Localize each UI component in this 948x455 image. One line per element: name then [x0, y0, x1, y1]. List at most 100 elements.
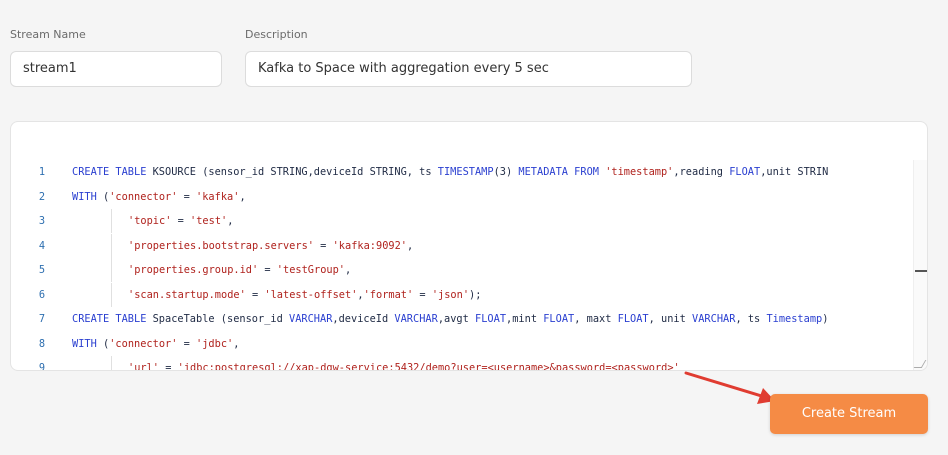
sql-text: ,	[407, 239, 414, 252]
sql-keyword: FLOAT	[617, 313, 649, 325]
code-line[interactable]: 8 WITH ('connector' = 'jdbc',	[11, 332, 913, 356]
code-text: 'topic' = 'test',	[128, 209, 233, 233]
sql-string: 'scan.startup.mode'	[128, 288, 246, 301]
indent-guide	[111, 258, 112, 282]
sql-string: 'kafka:9092'	[332, 239, 407, 252]
line-number: 1	[38, 166, 46, 178]
code-line[interactable]: 1 CREATE TABLE KSOURCE (sensor_id STRING,…	[11, 160, 913, 184]
create-stream-button[interactable]: Create Stream	[770, 394, 928, 434]
code-line[interactable]: 4 'properties.bootstrap.servers' = 'kafka…	[11, 233, 913, 258]
sql-keyword: WITH	[72, 337, 97, 350]
sql-keyword: CREATE TABLE	[72, 313, 147, 325]
sql-keyword: VARCHAR	[692, 313, 736, 325]
code-text: WITH ('connector' = 'kafka',	[72, 185, 246, 209]
sql-keyword: VARCHAR	[394, 313, 438, 325]
code-line[interactable]: 9 'url' = 'jdbc:postgresql://xap-dgw-serv…	[11, 356, 913, 371]
code-line[interactable]: 3 'topic' = 'test',	[11, 209, 913, 233]
code-text: 'scan.startup.mode' = 'latest-offset','f…	[128, 283, 481, 307]
sql-text: =	[313, 239, 333, 252]
sql-keyword: TIMESTAMP	[437, 166, 494, 178]
sql-string: 'properties.group.id'	[128, 264, 259, 276]
sql-string: 'url'	[128, 362, 159, 371]
code-text: CREATE TABLE SpaceTable (sensor_id VARCH…	[72, 307, 828, 331]
line-number: 3	[38, 215, 46, 227]
code-text: CREATE TABLE KSOURCE (sensor_id STRING,d…	[72, 160, 828, 184]
code-text: 'properties.bootstrap.servers' = 'kafka:…	[128, 234, 413, 258]
sql-string: 'format'	[363, 288, 414, 301]
sql-text: ,	[239, 190, 246, 203]
sql-string: 'connector'	[109, 190, 178, 203]
sql-text: , unit	[648, 313, 693, 325]
sql-keyword: Timestamp	[766, 313, 823, 325]
sql-string: 'jdbc:postgresql://xap-dgw-service:5432/…	[177, 362, 680, 371]
sql-text: ,mint	[506, 313, 544, 325]
sql-string: 'json'	[431, 288, 470, 301]
sql-keyword: METADATA FROM	[518, 166, 599, 178]
sql-text: ,unit STRIN	[760, 166, 829, 178]
sql-string: 'topic'	[128, 215, 172, 227]
line-number: 4	[38, 239, 46, 252]
line-number: 2	[38, 190, 46, 203]
code-area[interactable]: 1 CREATE TABLE KSOURCE (sensor_id STRING,…	[11, 160, 913, 371]
line-number: 5	[38, 264, 46, 276]
stream-name-input[interactable]: stream1	[10, 51, 222, 87]
indent-guide	[111, 233, 112, 258]
sql-string: 'test'	[190, 215, 228, 227]
line-number: 8	[38, 337, 46, 350]
stream-name-label: Stream Name	[10, 28, 86, 41]
sql-string: 'jdbc'	[196, 337, 234, 350]
sql-string: 'latest-offset'	[264, 288, 358, 301]
sql-text: =	[245, 288, 265, 301]
indent-guide	[111, 282, 112, 307]
description-label: Description	[245, 28, 308, 41]
sql-text: );	[469, 288, 482, 301]
sql-keyword: FLOAT	[543, 313, 575, 325]
sql-text: , ts	[735, 313, 767, 325]
sql-text: )	[822, 313, 829, 325]
sql-string: 'properties.bootstrap.servers'	[128, 239, 314, 252]
indent-guide	[111, 209, 112, 233]
code-text: 'properties.group.id' = 'testGroup',	[128, 258, 351, 282]
sql-keyword: VARCHAR	[289, 313, 333, 325]
sql-string: 'testGroup'	[276, 264, 345, 276]
sql-string: 'timestamp'	[605, 166, 674, 178]
sql-text: =	[159, 362, 178, 371]
sql-string: 'kafka'	[196, 190, 240, 203]
sql-text: ,	[345, 264, 352, 276]
line-number: 9	[38, 362, 46, 371]
sql-keyword: FLOAT	[475, 313, 507, 325]
code-line[interactable]: 2 WITH ('connector' = 'kafka',	[11, 185, 913, 209]
arrow-annotation-icon	[684, 371, 775, 404]
sql-text: =	[258, 264, 277, 276]
line-number: 7	[38, 313, 46, 325]
sql-text: (	[96, 337, 110, 350]
sql-text: ,	[227, 215, 234, 227]
line-number: 6	[38, 288, 46, 301]
description-input[interactable]: Kafka to Space with aggregation every 5 …	[245, 51, 692, 87]
indent-guide	[111, 356, 112, 370]
code-line[interactable]: 5 'properties.group.id' = 'testGroup',	[11, 258, 913, 282]
code-line[interactable]: 7 CREATE TABLE SpaceTable (sensor_id VARC…	[11, 307, 913, 331]
sql-text: (	[96, 190, 110, 203]
code-line[interactable]: 6 'scan.startup.mode' = 'latest-offset','…	[11, 282, 913, 307]
sql-keyword: WITH	[72, 190, 97, 203]
sql-keyword: FLOAT	[729, 166, 761, 178]
sql-text: =	[413, 288, 432, 301]
sql-text: ,reading	[673, 166, 730, 178]
sql-text: =	[177, 190, 197, 203]
sql-string: 'connector'	[109, 337, 178, 350]
vertical-scrollbar[interactable]	[913, 160, 927, 370]
sql-text: SpaceTable (sensor_id	[146, 313, 289, 325]
code-text: WITH ('connector' = 'jdbc',	[72, 332, 239, 356]
sql-text: ,	[233, 337, 240, 350]
sql-text: , maxt	[574, 313, 618, 325]
code-text: 'url' = 'jdbc:postgresql://xap-dgw-servi…	[128, 356, 680, 371]
sql-keyword: CREATE TABLE	[72, 166, 147, 178]
sql-text: =	[177, 337, 197, 350]
sql-text: (3)	[493, 166, 519, 178]
sql-editor[interactable]: 1 CREATE TABLE KSOURCE (sensor_id STRING,…	[10, 121, 928, 371]
sql-text: ,deviceId	[332, 313, 395, 325]
scrollbar-thumb[interactable]	[915, 270, 927, 272]
sql-text: ,avgt	[437, 313, 476, 325]
sql-text: KSOURCE (sensor_id STRING,deviceId STRIN…	[146, 166, 438, 178]
